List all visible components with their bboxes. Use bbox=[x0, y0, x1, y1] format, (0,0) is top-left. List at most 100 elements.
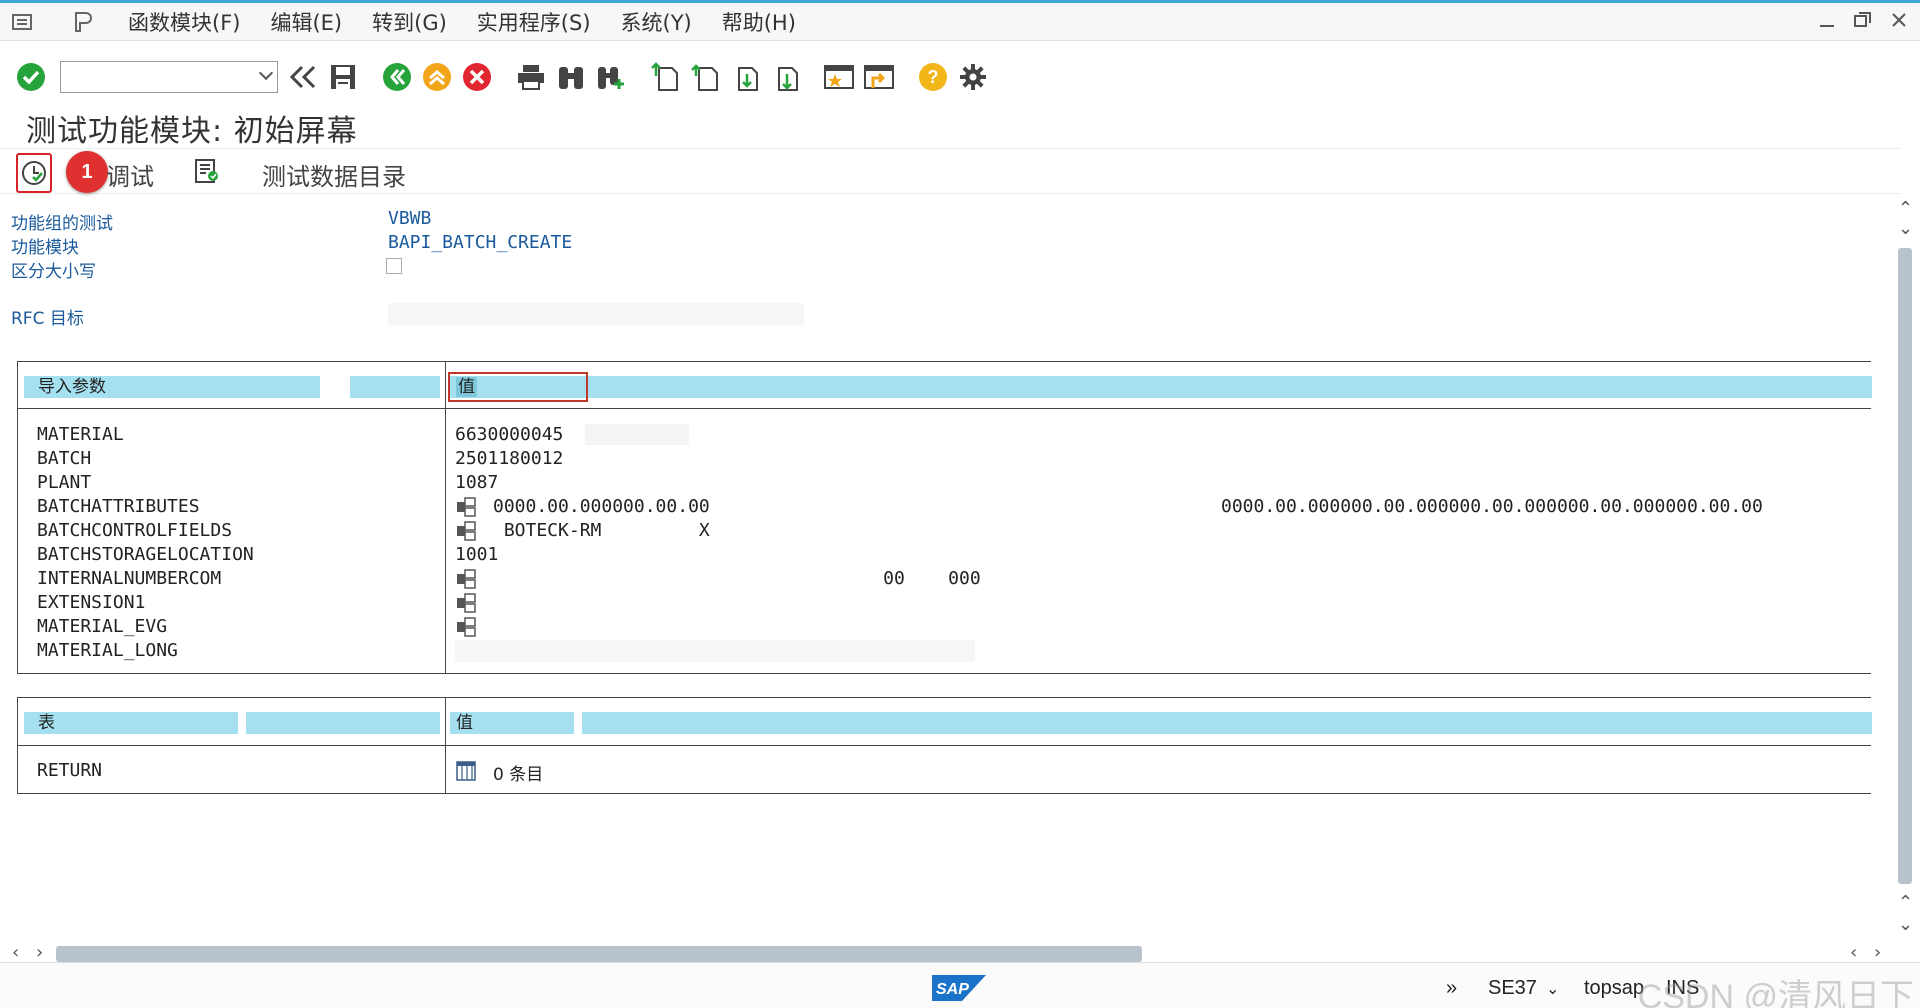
menu-help[interactable]: 帮助(H) bbox=[722, 7, 796, 37]
case-sensitive-label: 区分大小写 bbox=[11, 262, 96, 282]
debug-button[interactable]: 调试 bbox=[106, 157, 154, 192]
tables-value-header-label: 值 bbox=[456, 713, 473, 733]
param-value-material[interactable]: 6630000045 bbox=[455, 424, 689, 445]
command-field[interactable] bbox=[60, 61, 278, 93]
scroll-right-icon[interactable]: › bbox=[1874, 942, 1881, 963]
close-window-icon[interactable] bbox=[1888, 9, 1910, 31]
import-params-header: 导入参数 bbox=[24, 376, 320, 398]
test-data-directory-icon[interactable] bbox=[193, 157, 223, 187]
param-name-batch: BATCH bbox=[37, 448, 92, 469]
import-params-header-type bbox=[350, 376, 440, 398]
rfc-target-input[interactable] bbox=[388, 303, 804, 325]
function-module-label: 功能模块 bbox=[11, 238, 79, 258]
structure-edit-icon[interactable] bbox=[455, 592, 479, 614]
restore-icon[interactable] bbox=[1852, 9, 1874, 31]
menu-bar: 函数模块(F) 编辑(E) 转到(G) 实用程序(S) 系统(Y) 帮助(H) bbox=[0, 3, 1920, 41]
scroll-down-small-icon[interactable]: ⌄ bbox=[1898, 218, 1913, 239]
double-chevron-left-icon[interactable] bbox=[286, 60, 320, 94]
param-value-batchattributes[interactable]: 0000.00.000000.00.00 bbox=[493, 496, 710, 517]
settings-gear-icon[interactable] bbox=[956, 60, 990, 94]
function-group-label: 功能组的测试 bbox=[11, 214, 113, 234]
table-grid-icon[interactable] bbox=[455, 760, 479, 782]
import-parameters-table: 导入参数 值 MATERIAL 6630000045 BATCH 2501180… bbox=[17, 361, 1872, 674]
test-data-directory-button[interactable]: 测试数据目录 bbox=[262, 157, 406, 192]
help-icon[interactable]: ? bbox=[916, 60, 950, 94]
svg-text:SAP: SAP bbox=[936, 981, 969, 998]
status-bar: SAP » SE37 ⌄ topsap INS CSDN @清风日下 bbox=[0, 962, 1920, 1008]
shortcut-icon[interactable] bbox=[862, 60, 896, 94]
menu-utilities[interactable]: 实用程序(S) bbox=[477, 7, 591, 37]
param-value-batchcontrolfields[interactable]: BOTECK-RM X bbox=[493, 520, 710, 541]
param-value-internalnumbercom[interactable]: 00 000 bbox=[493, 568, 981, 589]
function-module-value: BAPI_BATCH_CREATE bbox=[388, 232, 573, 253]
status-dropdown-icon[interactable]: ⌄ bbox=[1546, 979, 1559, 999]
function-group-value: VBWB bbox=[388, 208, 432, 229]
print-icon[interactable] bbox=[514, 60, 548, 94]
exit-icon[interactable] bbox=[420, 60, 454, 94]
param-value-batchstoragelocation[interactable]: 1001 bbox=[455, 544, 498, 565]
tables-header: 表 bbox=[24, 712, 238, 734]
rfc-target-label: RFC 目标 bbox=[11, 309, 84, 329]
first-page-icon[interactable] bbox=[648, 60, 682, 94]
scroll-up-icon[interactable]: ⌃ bbox=[1898, 198, 1913, 219]
application-toolbar: 1 调试 测试数据目录 bbox=[0, 148, 1900, 194]
import-params-header-label: 导入参数 bbox=[38, 377, 106, 397]
param-value-material-long[interactable] bbox=[455, 640, 975, 662]
param-name-batchstoragelocation: BATCHSTORAGELOCATION bbox=[37, 544, 254, 565]
param-name-material: MATERIAL bbox=[37, 424, 124, 445]
sap-logo: SAP bbox=[932, 975, 986, 1001]
previous-page-icon[interactable] bbox=[688, 60, 722, 94]
param-name-batchcontrolfields: BATCHCONTROLFIELDS bbox=[37, 520, 233, 541]
execute-button[interactable] bbox=[16, 153, 52, 193]
svg-text:?: ? bbox=[928, 67, 939, 87]
chevron-down-icon[interactable] bbox=[258, 65, 274, 81]
watermark: CSDN @清风日下 bbox=[1637, 978, 1914, 1008]
standard-toolbar: ? bbox=[0, 52, 1920, 102]
menu-toggle-icon[interactable] bbox=[8, 7, 38, 37]
scroll-up-bottom-icon[interactable]: ⌃ bbox=[1898, 892, 1913, 913]
structure-edit-icon[interactable] bbox=[455, 520, 479, 542]
param-value-batch[interactable]: 2501180012 bbox=[455, 448, 563, 469]
execute-clock-icon bbox=[22, 161, 46, 185]
status-transaction[interactable]: SE37 bbox=[1488, 977, 1537, 1000]
new-session-icon[interactable] bbox=[822, 60, 856, 94]
structure-edit-icon[interactable] bbox=[455, 568, 479, 590]
horizontal-scroll-thumb[interactable] bbox=[56, 946, 1142, 962]
tables-value-header-fill bbox=[582, 712, 1872, 734]
back-icon[interactable] bbox=[380, 60, 414, 94]
last-page-icon[interactable] bbox=[768, 60, 802, 94]
menu-system[interactable]: 系统(Y) bbox=[621, 7, 692, 37]
scroll-left-icon[interactable]: ‹ bbox=[12, 942, 19, 963]
tables-header-type bbox=[246, 712, 440, 734]
structure-edit-icon[interactable] bbox=[455, 496, 479, 518]
sap-menu-icon[interactable] bbox=[68, 7, 98, 37]
scroll-right-small-icon[interactable]: › bbox=[36, 942, 43, 963]
minimize-icon[interactable] bbox=[1816, 9, 1838, 31]
case-sensitive-checkbox[interactable] bbox=[386, 258, 402, 274]
scroll-down-icon[interactable]: ⌄ bbox=[1898, 914, 1913, 935]
enter-check-icon[interactable] bbox=[14, 60, 48, 94]
param-name-material-long: MATERIAL_LONG bbox=[37, 640, 178, 661]
scroll-left-end-icon[interactable]: ‹ bbox=[1850, 942, 1857, 963]
status-expand-icon[interactable]: » bbox=[1446, 977, 1457, 1000]
table-value-return[interactable]: 0 条目 bbox=[493, 760, 543, 785]
save-icon[interactable] bbox=[326, 60, 360, 94]
structure-edit-icon[interactable] bbox=[455, 616, 479, 638]
param-value-plant[interactable]: 1087 bbox=[455, 472, 498, 493]
param-name-batchattributes: BATCHATTRIBUTES bbox=[37, 496, 200, 517]
status-server: topsap bbox=[1584, 977, 1645, 999]
menu-edit[interactable]: 编辑(E) bbox=[270, 7, 342, 37]
cancel-icon[interactable] bbox=[460, 60, 494, 94]
find-icon[interactable] bbox=[554, 60, 588, 94]
vertical-scroll-thumb[interactable] bbox=[1898, 248, 1912, 884]
import-params-value-header: 值 bbox=[450, 376, 1872, 398]
param-value-batchattributes-cont[interactable]: 0000.00.000000.00.000000.00.000000.00.00… bbox=[1221, 496, 1763, 517]
menu-function-module[interactable]: 函数模块(F) bbox=[128, 7, 240, 37]
tables-parameters-table: 表 值 RETURN 0 条目 bbox=[17, 697, 1872, 794]
menu-goto[interactable]: 转到(G) bbox=[372, 7, 447, 37]
tables-value-header: 值 bbox=[450, 712, 574, 734]
vertical-scrollbar[interactable]: ⌃ ⌄ ⌃ ⌄ bbox=[1894, 196, 1916, 944]
find-next-icon[interactable] bbox=[594, 60, 628, 94]
next-page-icon[interactable] bbox=[728, 60, 762, 94]
step-marker-badge: 1 bbox=[66, 151, 108, 193]
